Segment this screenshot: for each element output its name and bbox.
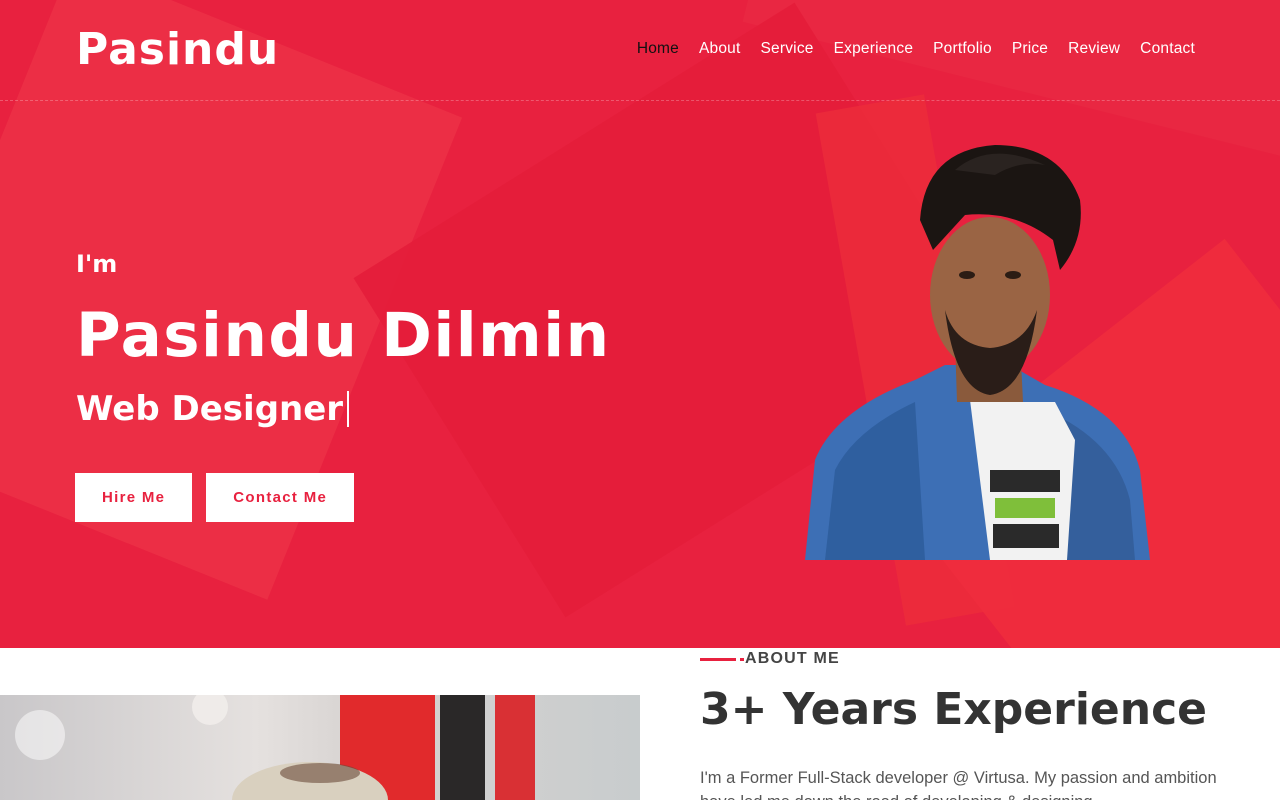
nav-portfolio[interactable]: Portfolio bbox=[933, 40, 992, 58]
hero-buttons: Hire Me Contact Me bbox=[75, 473, 355, 522]
site-logo[interactable]: Pasindu bbox=[76, 24, 279, 75]
typing-cursor bbox=[347, 391, 350, 427]
nav-home[interactable]: Home bbox=[637, 40, 679, 58]
nav-service[interactable]: Service bbox=[761, 40, 814, 58]
about-photo-image bbox=[15, 695, 535, 800]
nav-review[interactable]: Review bbox=[1068, 40, 1120, 58]
hero-greeting: I'm bbox=[76, 250, 118, 278]
hero-section: Pasindu Home About Service Experience Po… bbox=[0, 0, 1280, 648]
hero-role-text: Web Designer bbox=[76, 389, 344, 429]
nav-price[interactable]: Price bbox=[1012, 40, 1048, 58]
hire-me-button[interactable]: Hire Me bbox=[75, 473, 193, 522]
contact-me-button[interactable]: Contact Me bbox=[206, 473, 355, 522]
hero-portrait bbox=[805, 145, 1150, 560]
nav-about[interactable]: About bbox=[699, 40, 741, 58]
top-navbar: Pasindu Home About Service Experience Po… bbox=[0, 0, 1280, 101]
main-menu: Home About Service Experience Portfolio … bbox=[637, 40, 1195, 58]
hero-name: Pasindu Dilmin bbox=[76, 300, 611, 371]
about-eyebrow: ABOUT ME bbox=[700, 650, 840, 668]
about-eyebrow-label: ABOUT ME bbox=[745, 650, 840, 667]
nav-contact[interactable]: Contact bbox=[1140, 40, 1195, 58]
accent-line bbox=[700, 657, 744, 661]
about-title: 3+ Years Experience bbox=[700, 684, 1208, 735]
hero-intro: I'm Pasindu Dilmin Web Designer bbox=[76, 250, 611, 429]
nav-experience[interactable]: Experience bbox=[834, 40, 914, 58]
about-photo bbox=[0, 695, 640, 800]
about-description: I'm a Former Full-Stack developer @ Virt… bbox=[700, 769, 1217, 800]
hero-role: Web Designer bbox=[76, 389, 611, 429]
